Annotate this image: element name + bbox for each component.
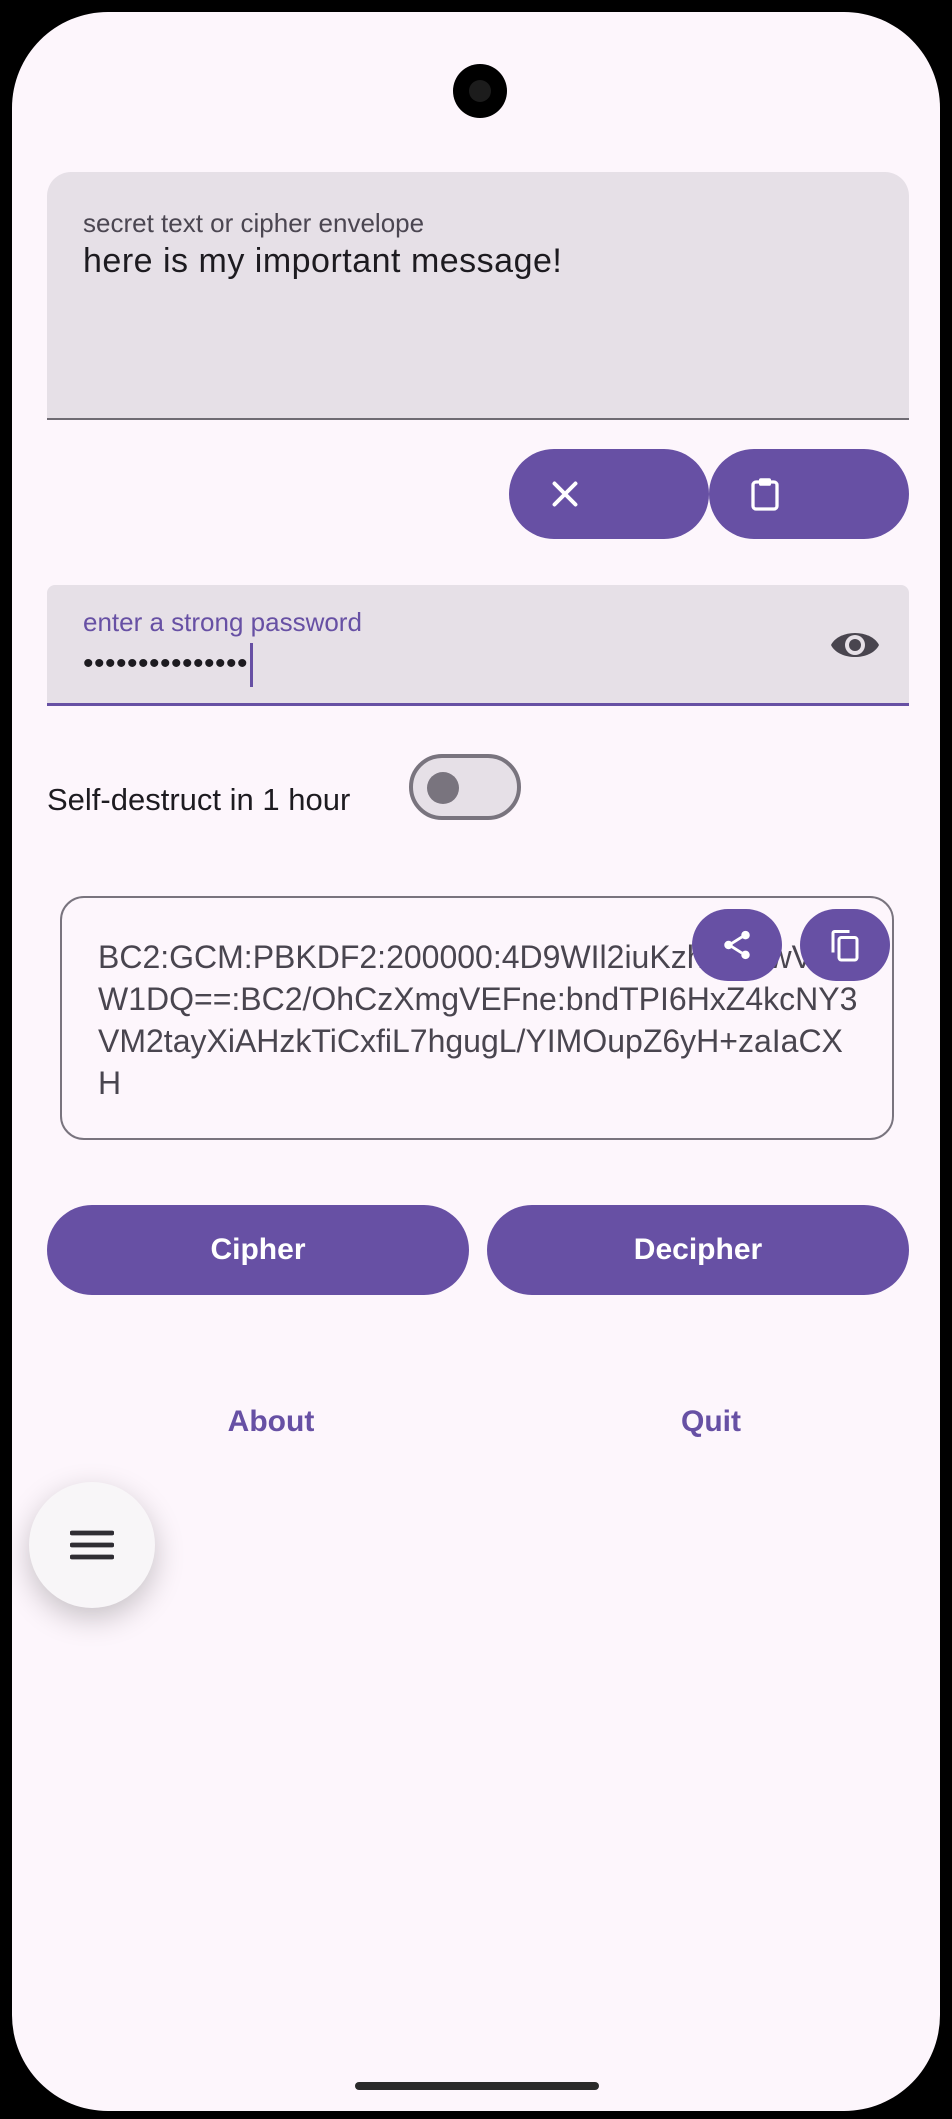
close-icon xyxy=(552,481,578,507)
secret-text-field[interactable]: secret text or cipher envelope here is m… xyxy=(47,172,909,420)
secret-text-value[interactable]: here is my important message! xyxy=(83,242,562,281)
decipher-button[interactable]: Decipher xyxy=(487,1205,909,1295)
self-destruct-toggle[interactable] xyxy=(409,754,521,820)
text-caret xyxy=(250,643,254,687)
home-indicator[interactable] xyxy=(355,2082,599,2090)
share-icon xyxy=(724,930,750,960)
quit-button[interactable]: Quit xyxy=(561,1392,861,1452)
front-camera xyxy=(453,64,507,118)
app-screen: secret text or cipher envelope here is m… xyxy=(12,12,940,2111)
copy-button[interactable] xyxy=(800,909,890,981)
password-field[interactable]: enter a strong password ••••••••••••••• xyxy=(47,585,909,706)
secret-text-label: secret text or cipher envelope xyxy=(83,208,425,238)
password-label: enter a strong password xyxy=(83,607,362,637)
menu-icon xyxy=(70,1530,114,1560)
camera-lens xyxy=(469,80,491,102)
clipboard-icon xyxy=(751,478,779,511)
menu-fab[interactable] xyxy=(29,1482,155,1608)
copy-icon xyxy=(831,930,859,962)
eye-icon[interactable] xyxy=(829,625,881,665)
password-value[interactable]: ••••••••••••••• xyxy=(83,643,254,687)
password-dots: ••••••••••••••• xyxy=(83,646,249,680)
paste-button[interactable] xyxy=(709,449,909,539)
toggle-thumb xyxy=(427,772,459,804)
about-button[interactable]: About xyxy=(121,1392,421,1452)
self-destruct-label: Self-destruct in 1 hour xyxy=(47,782,351,817)
share-button[interactable] xyxy=(692,909,782,981)
cipher-button[interactable]: Cipher xyxy=(47,1205,469,1295)
clear-button[interactable] xyxy=(509,449,709,539)
